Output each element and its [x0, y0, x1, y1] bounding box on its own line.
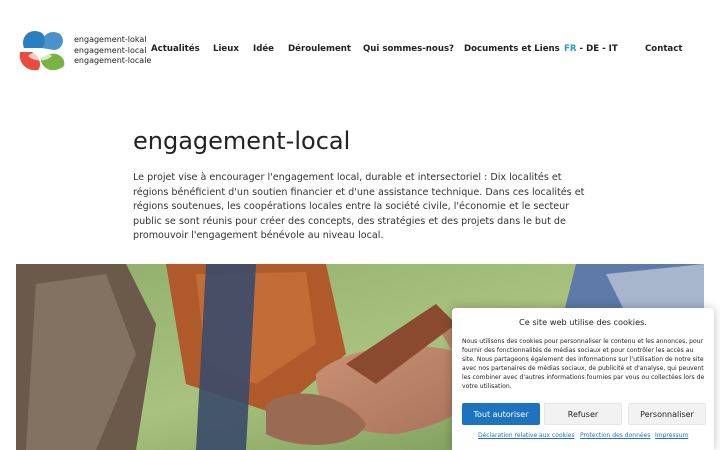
nav-item-lieux[interactable]: Lieux: [213, 44, 239, 54]
nav-item-qui-sommes-nous[interactable]: Qui sommes-nous?: [363, 44, 454, 54]
nav-item-documents-liens[interactable]: Documents et Liens: [464, 44, 560, 54]
cookie-banner-text: Nous utilisons des cookies pour personna…: [462, 338, 705, 390]
lang-fr[interactable]: FR: [564, 44, 577, 54]
impressum-link[interactable]: Impressum: [655, 432, 688, 439]
nav-item-idee[interactable]: Idée: [253, 44, 274, 54]
privacy-policy-link[interactable]: Protection des données: [580, 432, 650, 439]
refuse-cookies-button[interactable]: Refuser: [544, 403, 622, 425]
cookie-banner-title: Ce site web utilise des cookies.: [519, 317, 647, 327]
cookie-consent-banner: Ce site web utilise des cookies. Nous ut…: [452, 308, 714, 450]
nav-item-deroulement[interactable]: Déroulement: [288, 44, 351, 54]
cookie-statement-link[interactable]: Déclaration relative aux cookies: [478, 432, 575, 439]
site-header: engagement-lokal engagement-local engage…: [0, 0, 720, 100]
page-title: engagement-local: [133, 127, 351, 155]
customize-cookies-button[interactable]: Personnaliser: [628, 403, 706, 425]
accept-all-cookies-button[interactable]: Tout autoriser: [462, 403, 540, 425]
lang-it[interactable]: IT: [609, 44, 618, 54]
logo-text[interactable]: engagement-lokal engagement-local engage…: [74, 35, 151, 67]
logo-line-de: engagement-lokal: [74, 35, 147, 44]
lang-de[interactable]: DE: [586, 44, 599, 54]
logo-line-fr: engagement-local: [74, 45, 147, 55]
language-switcher: FR - DE - IT: [564, 44, 618, 54]
logo-line-it: engagement-locale: [74, 56, 152, 65]
nav-item-actualites[interactable]: Actualités: [151, 44, 200, 54]
intro-paragraph: Le projet vise à encourager l'engagement…: [133, 172, 585, 241]
site-logo-icon[interactable]: [16, 26, 68, 76]
nav-item-contact[interactable]: Contact: [645, 44, 682, 54]
